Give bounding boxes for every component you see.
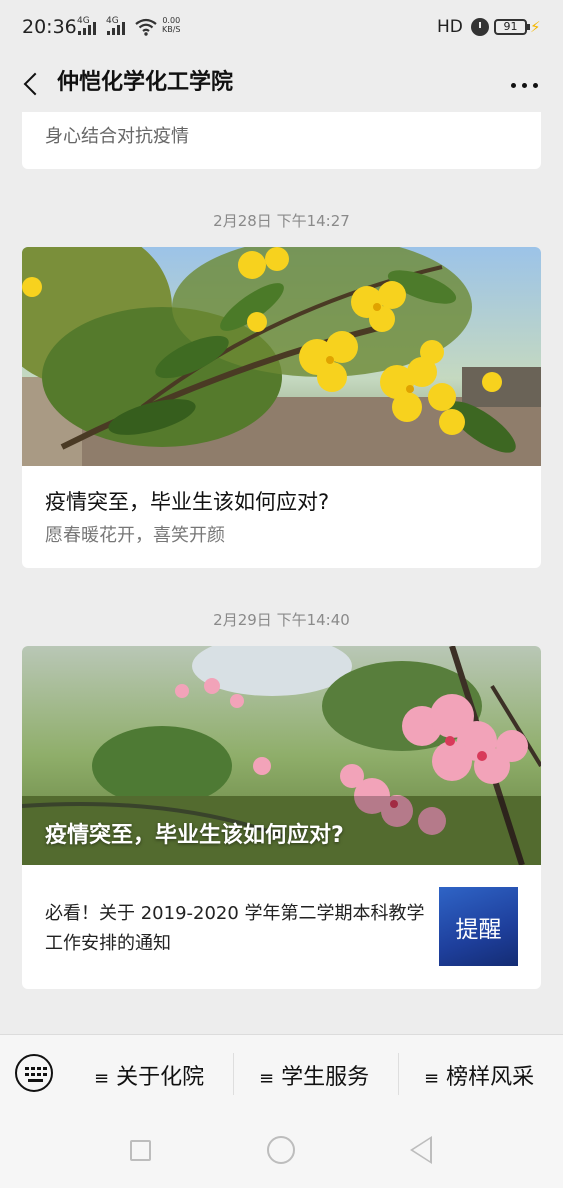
signal-1-icon [78, 22, 96, 35]
article-cover-image [22, 247, 541, 466]
menu-item-label: 学生服务 [281, 1065, 370, 1090]
menu-item-label: 榜样风采 [446, 1065, 535, 1090]
multi-article-card: 疫情突至，毕业生该如何应对? 必看！关于 2019-2020 学年第二学期本科教… [22, 646, 541, 989]
recent-apps-button[interactable] [130, 1140, 151, 1161]
charging-icon: ⚡ [530, 18, 541, 36]
message-timestamp: 2月28日 下午14:27 [213, 212, 350, 230]
bottom-menu: ≡ 关于化院 ≡ 学生服务 ≡ 榜样风采 [0, 1034, 563, 1114]
signal-2-icon [107, 22, 125, 35]
net-speed: 0.00 KB/S [162, 16, 181, 34]
menu-icon: ≡ [424, 1068, 440, 1089]
article-card-partial[interactable]: 身心结合对抗疫情 [22, 112, 541, 169]
back-button[interactable] [14, 64, 50, 104]
menu-icon: ≡ [259, 1068, 275, 1089]
status-bar: 20:36 4G 4G 0.00 KB/S HD 91 ⚡ [0, 0, 563, 56]
article-subtitle: 身心结合对抗疫情 [45, 126, 189, 147]
battery-icon: 91 [494, 19, 530, 35]
hd-indicator: HD [437, 17, 463, 37]
menu-item-about[interactable]: ≡ 关于化院 [94, 1059, 204, 1091]
menu-item-student-services[interactable]: ≡ 学生服务 [259, 1059, 369, 1091]
message-feed[interactable]: 身心结合对抗疫情 2月28日 下午14:27 疫情突至，毕业生该如何应对? 愿春… [0, 112, 563, 1034]
menu-icon: ≡ [94, 1068, 110, 1089]
net-speed-unit: KB/S [162, 25, 181, 34]
menu-item-role-models[interactable]: ≡ 榜样风采 [424, 1059, 534, 1091]
status-time: 20:36 [22, 16, 77, 38]
article-title: 疫情突至，毕业生该如何应对? [45, 490, 330, 514]
cover-title: 疫情突至，毕业生该如何应对? [45, 823, 344, 848]
menu-item-label: 关于化院 [116, 1065, 205, 1090]
net-speed-value: 0.00 [162, 16, 181, 25]
article-cover-image[interactable]: 疫情突至，毕业生该如何应对? [22, 646, 541, 865]
more-options-button[interactable] [506, 74, 542, 96]
related-article-thumbnail: 提醒 [439, 887, 518, 966]
menu-divider [398, 1053, 399, 1095]
nav-bar: 仲恺化学化工学院 [0, 56, 563, 112]
article-subtitle: 愿春暖花开，喜笑开颜 [45, 525, 225, 546]
keyboard-toggle-button[interactable] [15, 1054, 53, 1092]
article-card[interactable]: 疫情突至，毕业生该如何应对? 愿春暖花开，喜笑开颜 [22, 247, 541, 568]
page-title: 仲恺化学化工学院 [57, 70, 234, 95]
wifi-icon [135, 18, 157, 36]
system-back-button[interactable] [410, 1136, 432, 1164]
message-timestamp: 2月29日 下午14:40 [213, 611, 350, 629]
system-navigation-bar [0, 1114, 563, 1188]
related-article-title: 必看！关于 2019-2020 学年第二学期本科教学工作安排的通知 [45, 903, 425, 954]
alarm-icon [471, 18, 489, 36]
menu-divider [233, 1053, 234, 1095]
related-article[interactable]: 必看！关于 2019-2020 学年第二学期本科教学工作安排的通知 提醒 [22, 865, 541, 989]
home-button[interactable] [267, 1136, 295, 1164]
